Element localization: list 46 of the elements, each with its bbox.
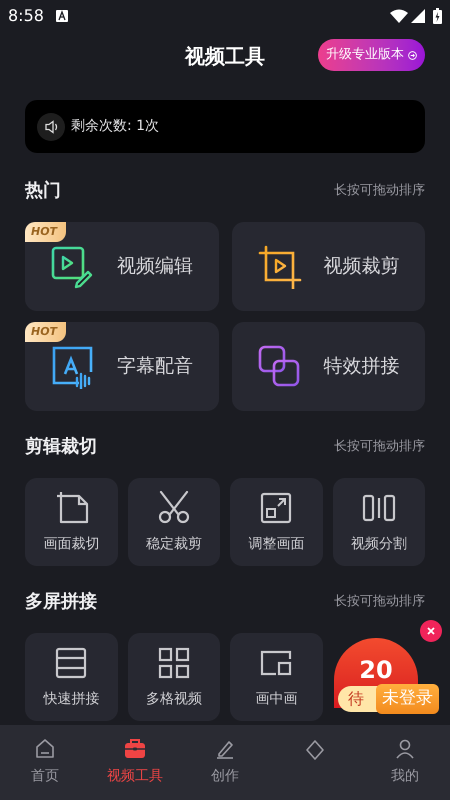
battery-icon — [433, 8, 442, 24]
person-icon — [394, 738, 416, 760]
drag-sort-hint: 长按可拖动排序 — [334, 182, 425, 200]
tool-card[interactable]: 字幕配音 HOT — [25, 322, 218, 411]
crop-video-icon — [258, 244, 302, 288]
toolbox-icon — [124, 738, 146, 760]
home-icon — [34, 738, 56, 760]
remaining-count: 剩余次数: 1次 — [71, 117, 160, 136]
reward-amount: 20 — [359, 655, 393, 686]
login-status-tag: 未登录 — [376, 684, 439, 714]
drag-sort-hint: 长按可拖动排序 — [334, 592, 425, 611]
hot-badge: HOT — [25, 222, 66, 242]
nav-tab[interactable]: 首页 — [0, 725, 90, 800]
tool-card[interactable]: 视频编辑 HOT — [25, 222, 218, 311]
signal-icon — [411, 9, 425, 23]
pen-icon — [214, 738, 236, 760]
hot-badge: HOT — [25, 322, 66, 342]
close-button[interactable] — [420, 620, 442, 642]
status-time: 8:58 — [8, 5, 44, 27]
diamond-icon — [304, 738, 326, 760]
tool-card[interactable]: 特效拼接 — [232, 322, 425, 411]
overlap-squares-icon — [258, 344, 302, 388]
tool-tile[interactable]: 稳定裁剪 — [128, 478, 220, 566]
page-title: 视频工具 — [185, 43, 265, 70]
keyboard-icon — [56, 10, 68, 22]
nav-tab[interactable]: 我的 — [360, 725, 450, 800]
nav-tab[interactable]: 视频工具 — [90, 725, 180, 800]
close-icon — [427, 627, 435, 635]
arrow-circle-icon — [408, 50, 417, 60]
drag-sort-hint: 长按可拖动排序 — [334, 438, 425, 456]
tool-tile[interactable]: 调整画面 — [230, 478, 322, 566]
upgrade-button[interactable]: 升级专业版本 — [318, 39, 425, 71]
section-title: 热门 — [25, 179, 61, 203]
tool-tile[interactable]: 视频分割 — [332, 478, 425, 566]
tool-tile[interactable]: 画中画 — [230, 633, 322, 721]
section-title: 多屏拼接 — [25, 590, 97, 614]
edit-video-icon — [51, 244, 95, 288]
nav-tab[interactable]: 创作 — [180, 725, 270, 800]
tool-card[interactable]: 视频裁剪 — [232, 222, 425, 311]
tool-tile[interactable]: 快速拼接 — [25, 633, 118, 721]
tool-tile[interactable]: 多格视频 — [128, 633, 220, 721]
tool-tile[interactable]: 画面裁切 — [25, 478, 118, 566]
wifi-icon — [390, 9, 408, 23]
subtitle-voice-icon — [51, 344, 95, 388]
speaker-icon — [37, 112, 65, 140]
section-title: 剪辑裁切 — [25, 435, 97, 459]
